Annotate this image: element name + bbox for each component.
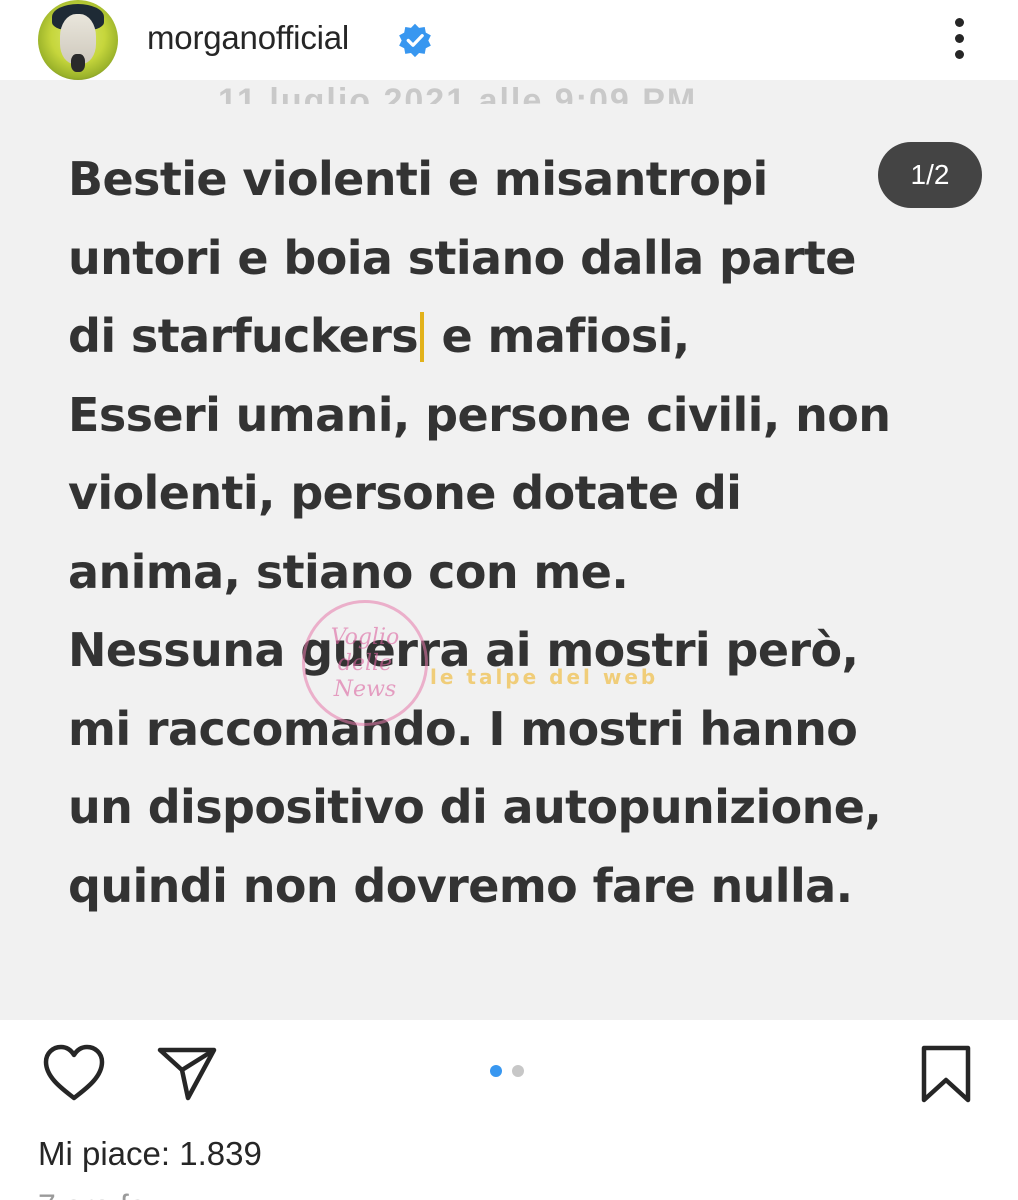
more-dot [955,50,964,59]
quote-line: quindi non dovremo fare nulla. [68,858,853,913]
quote-line: Bestie violenti e misantropi [68,152,768,206]
carousel-indicator [490,1063,530,1079]
post-quote: Bestie violenti e misantropi untori e bo… [68,140,968,925]
post-image[interactable]: 11 luglio 2021 alle 9:09 PM Bestie viole… [0,80,1018,1020]
heart-icon[interactable] [42,1044,106,1102]
quote-fragment: e mafiosi, [426,309,690,363]
carousel-dot-active [490,1065,502,1077]
text-caret [420,312,425,362]
avatar-goatee [71,54,85,72]
quote-line: mi raccomando. I mostri hanno [68,701,858,756]
post-timestamp: 7 ore fa [38,1186,238,1200]
bookmark-icon[interactable] [918,1044,974,1104]
post-header: morganofficial [0,0,1018,80]
carousel-counter: 1/2 [878,142,982,208]
quote-line: un dispositivo di autopunizione, [68,780,882,834]
quote-line: untori e boia stiano dalla parte [68,230,856,285]
more-options-button[interactable] [944,14,976,64]
quote-line: di starfuckers e mafiosi, [68,297,968,376]
post-date-cutoff: 11 luglio 2021 alle 9:09 PM [218,84,698,104]
more-dot [955,34,964,43]
likes-count[interactable]: Mi piace: 1.839 [38,1134,262,1174]
quote-line: anima, stiano con me. [68,544,629,599]
watermark-text: le talpe del web [430,665,659,689]
quote-line: Esseri umani, persone civili, non [68,387,891,442]
quote-line: violenti, persone dotate di [68,466,742,520]
quote-fragment: di starfuckers [68,309,419,363]
paper-plane-icon[interactable] [155,1044,219,1102]
verified-badge-icon [399,23,431,58]
action-bar [0,1020,1018,1130]
carousel-dot [512,1065,524,1077]
watermark-logo: Voglio delle News [302,600,428,726]
username[interactable]: morganofficial [147,18,349,58]
more-dot [955,18,964,27]
profile-avatar[interactable] [38,0,118,80]
